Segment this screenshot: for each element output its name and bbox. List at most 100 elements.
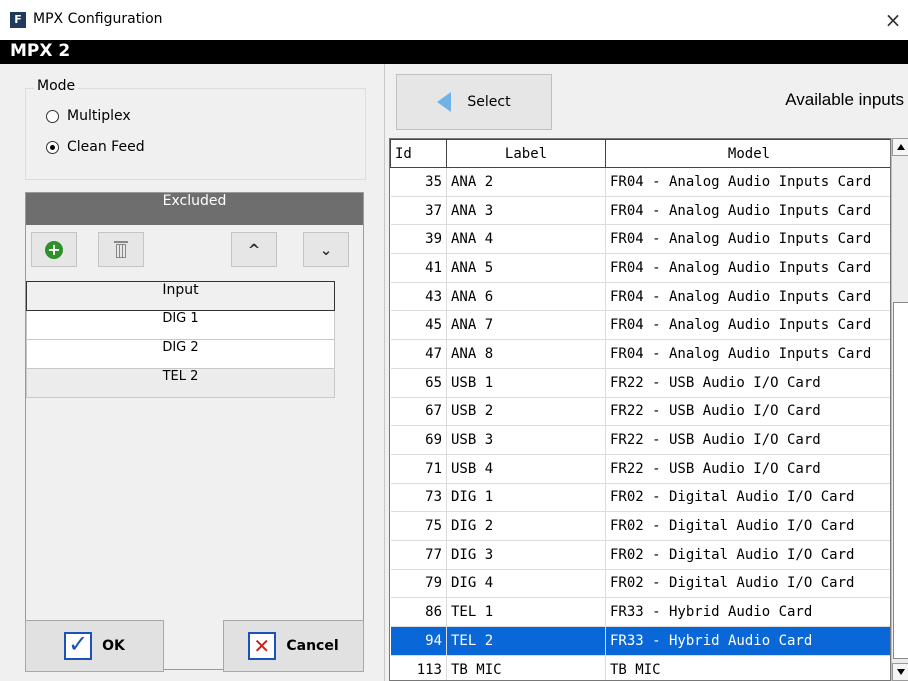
cell-model: FR04 - Analog Audio Inputs Card — [605, 253, 890, 283]
checkmark-icon — [64, 630, 93, 660]
cell-model: FR22 - USB Audio I/O Card — [605, 368, 890, 398]
scroll-up-icon[interactable] — [892, 138, 908, 156]
cell-model: FR04 - Analog Audio Inputs Card — [605, 224, 890, 255]
excluded-panel: Excluded + ^ ⌄ Input DIG 1 DIG 2 TEL 2 — [25, 192, 364, 670]
column-header-model[interactable]: Model — [605, 139, 890, 168]
cell-id: 73 — [390, 483, 447, 513]
chevron-up-icon: ^ — [247, 240, 261, 259]
move-up-button[interactable]: ^ — [231, 232, 277, 267]
cell-model: FR02 - Digital Audio I/O Card — [605, 511, 890, 541]
cell-label: DIG 1 — [446, 483, 606, 513]
cell-model: FR22 - USB Audio I/O Card — [605, 397, 890, 427]
cell-model: FR33 - Hybrid Audio Card — [605, 597, 890, 627]
cell-id: 39 — [390, 224, 447, 255]
cell-label: USB 2 — [446, 397, 606, 427]
table-row[interactable]: 67 USB 2 FR22 - USB Audio I/O Card — [390, 397, 890, 427]
cell-label: DIG 4 — [446, 569, 606, 599]
cell-model: FR02 - Digital Audio I/O Card — [605, 569, 890, 599]
available-inputs-title: Available inputs — [785, 90, 904, 109]
table-row[interactable]: TEL 2 — [26, 369, 335, 398]
table-row[interactable]: 73 DIG 1 FR02 - Digital Audio I/O Card — [390, 483, 890, 513]
cancel-button[interactable]: Cancel — [223, 620, 364, 672]
cell-label: USB 4 — [446, 454, 606, 484]
scroll-down-icon[interactable] — [892, 663, 908, 681]
table-row[interactable]: 86 TEL 1 FR33 - Hybrid Audio Card — [390, 597, 890, 627]
cell-label: ANA 4 — [446, 224, 606, 255]
add-button[interactable]: + — [31, 232, 77, 267]
vertical-scrollbar[interactable] — [891, 138, 908, 681]
column-header-label[interactable]: Label — [446, 139, 606, 168]
cell-id: 86 — [390, 597, 447, 627]
cell-label: ANA 5 — [446, 253, 606, 283]
table-row[interactable]: 35 ANA 2 FR04 - Analog Audio Inputs Card — [390, 167, 890, 197]
ok-button[interactable]: OK — [25, 620, 164, 672]
table-row[interactable]: 37 ANA 3 FR04 - Analog Audio Inputs Card — [390, 196, 890, 226]
table-row[interactable]: DIG 2 — [26, 340, 335, 369]
cell-id: 43 — [390, 282, 447, 312]
cell-label: DIG 2 — [446, 511, 606, 541]
table-row[interactable]: 113 TB MIC TB MIC — [390, 655, 890, 680]
select-button[interactable]: Select — [396, 74, 552, 130]
cell-id: 37 — [390, 196, 447, 226]
column-header-id[interactable]: Id — [390, 139, 447, 168]
cell-id: 41 — [390, 253, 447, 283]
table-row[interactable]: 45 ANA 7 FR04 - Analog Audio Inputs Card — [390, 310, 890, 341]
delete-button[interactable] — [98, 232, 144, 267]
window-title: MPX Configuration — [33, 11, 163, 27]
excluded-table: Input DIG 1 DIG 2 TEL 2 — [26, 281, 335, 398]
table-row[interactable]: 71 USB 4 FR22 - USB Audio I/O Card — [390, 454, 890, 484]
cell-label: ANA 3 — [446, 196, 606, 226]
cell-label: ANA 7 — [446, 310, 606, 341]
mode-legend: Mode — [34, 78, 79, 94]
table-row[interactable]: 41 ANA 5 FR04 - Analog Audio Inputs Card — [390, 253, 890, 283]
cell-model: FR33 - Hybrid Audio Card — [605, 626, 890, 656]
radio-clean-feed[interactable]: Clean Feed — [46, 139, 145, 155]
cell-id: 47 — [390, 339, 447, 369]
cell-id: 45 — [390, 310, 447, 341]
radio-label: Clean Feed — [67, 139, 145, 155]
ok-label: OK — [102, 638, 125, 654]
app-icon: F — [10, 12, 26, 28]
cancel-label: Cancel — [286, 638, 339, 654]
cell-model: FR22 - USB Audio I/O Card — [605, 425, 890, 455]
cell-id: 77 — [390, 540, 447, 570]
excluded-header: Excluded — [26, 193, 363, 225]
scrollbar-thumb[interactable] — [893, 302, 908, 659]
cell-label: USB 3 — [446, 425, 606, 455]
radio-multiplex[interactable]: Multiplex — [46, 108, 131, 124]
cell-id: 75 — [390, 511, 447, 541]
column-header-input[interactable]: Input — [26, 281, 335, 311]
arrow-left-icon — [437, 92, 452, 112]
cell-model: FR22 - USB Audio I/O Card — [605, 454, 890, 484]
cell-id: 79 — [390, 569, 447, 599]
table-row[interactable]: 79 DIG 4 FR02 - Digital Audio I/O Card — [390, 569, 890, 599]
cell-label: TB MIC — [446, 655, 606, 680]
table-row[interactable]: DIG 1 — [26, 311, 335, 340]
move-down-button[interactable]: ⌄ — [303, 232, 349, 267]
table-row[interactable]: 47 ANA 8 FR04 - Analog Audio Inputs Card — [390, 339, 890, 369]
table-row[interactable]: 77 DIG 3 FR02 - Digital Audio I/O Card — [390, 540, 890, 570]
radio-checked-icon[interactable] — [46, 140, 59, 154]
left-panel: Mode Multiplex Clean Feed Excluded + ^ ⌄… — [0, 64, 384, 681]
mode-group: Mode Multiplex Clean Feed — [25, 78, 366, 180]
cell-model: FR02 - Digital Audio I/O Card — [605, 483, 890, 513]
cell-id: 35 — [390, 167, 447, 197]
cell-id: 113 — [390, 655, 447, 680]
table-row[interactable]: 69 USB 3 FR22 - USB Audio I/O Card — [390, 425, 890, 455]
table-row[interactable]: 75 DIG 2 FR02 - Digital Audio I/O Card — [390, 511, 890, 541]
plus-circle-icon: + — [45, 240, 63, 259]
table-row[interactable]: 94 TEL 2 FR33 - Hybrid Audio Card — [390, 626, 890, 656]
table-row[interactable]: 65 USB 1 FR22 - USB Audio I/O Card — [390, 368, 890, 398]
cell-label: ANA 8 — [446, 339, 606, 369]
table-row[interactable]: 39 ANA 4 FR04 - Analog Audio Inputs Card — [390, 224, 890, 255]
cell-label: ANA 2 — [446, 167, 606, 197]
table-row[interactable]: 43 ANA 6 FR04 - Analog Audio Inputs Card — [390, 282, 890, 312]
cell-label: TEL 1 — [446, 597, 606, 627]
radio-icon[interactable] — [46, 109, 59, 123]
title-bar: F MPX Configuration × — [0, 0, 908, 40]
cell-model: FR04 - Analog Audio Inputs Card — [605, 196, 890, 226]
close-icon[interactable]: × — [878, 6, 908, 34]
trash-icon — [114, 240, 128, 259]
cell-model: FR04 - Analog Audio Inputs Card — [605, 310, 890, 341]
cancel-x-icon — [248, 632, 277, 660]
